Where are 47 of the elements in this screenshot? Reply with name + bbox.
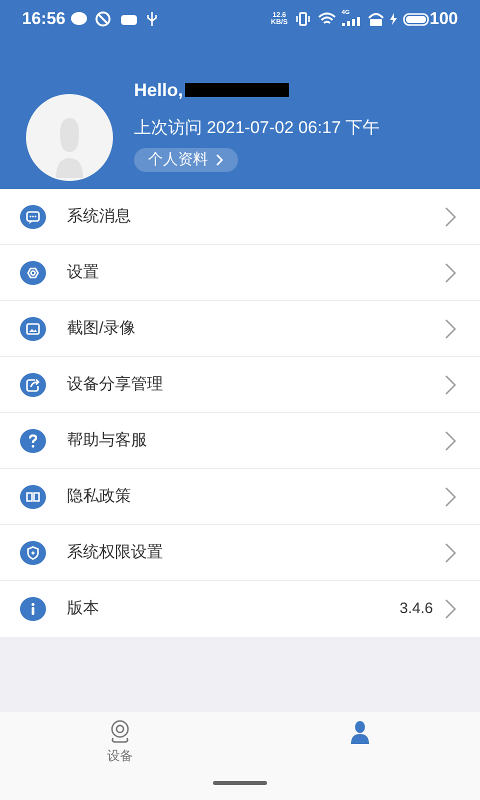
chevron-right-icon [445,486,456,506]
image-icon [20,316,46,342]
chevron-right-icon [445,430,456,450]
last-visit-text: 上次访问 2021-07-02 06:17 下午 [134,116,380,139]
menu-label: 版本 [67,598,99,619]
menu-label: 设备分享管理 [67,374,163,394]
chevron-right-icon [445,374,456,394]
menu-label: 截图/录像 [67,318,136,338]
menu-item[interactable]: 帮助与客服 [0,413,480,469]
menu-item[interactable]: 设置 [0,245,480,301]
shield-icon [20,540,46,566]
chat-bubble-icon [71,12,88,26]
person-icon [348,720,372,744]
wifi-icon [318,12,336,26]
vibrate-icon [296,12,310,26]
menu-item[interactable]: 截图/录像 [0,301,480,357]
chevron-right-icon [445,542,456,562]
help-icon [20,428,46,454]
book-icon [20,484,46,510]
greeting-text: Hello, [134,78,184,102]
chevron-right-icon [445,262,456,282]
blocked-icon [95,11,112,27]
menu-item[interactable]: 隐私政策 [0,469,480,525]
clock-time: 16:56 [22,8,66,30]
chevron-right-icon [445,318,456,338]
chevron-right-icon [216,154,224,166]
menu-item[interactable]: 系统权限设置 [0,525,480,581]
usb-icon [147,12,158,26]
version-number: 3.4.6 [400,598,433,619]
chevron-right-icon [445,599,456,619]
share-icon [20,372,46,398]
battery-level: 100 [430,8,458,30]
battery-icon [402,12,429,26]
info-icon [20,596,46,622]
chevron-right-icon [445,206,456,226]
message-icon [20,204,46,230]
menu-label: 帮助与客服 [67,430,147,450]
menu-label: 隐私政策 [67,486,131,506]
menu-item[interactable]: 版本 3.4.6 [0,581,480,637]
menu-label: 系统权限设置 [67,542,163,562]
menu-item[interactable]: 系统消息 [0,189,480,245]
menu-label: 设置 [67,262,99,282]
signal-icon [342,17,360,26]
menu-label: 系统消息 [67,206,131,226]
settings-icon [20,260,46,286]
charging-icon [390,13,397,25]
menu-item[interactable]: 设备分享管理 [0,357,480,413]
